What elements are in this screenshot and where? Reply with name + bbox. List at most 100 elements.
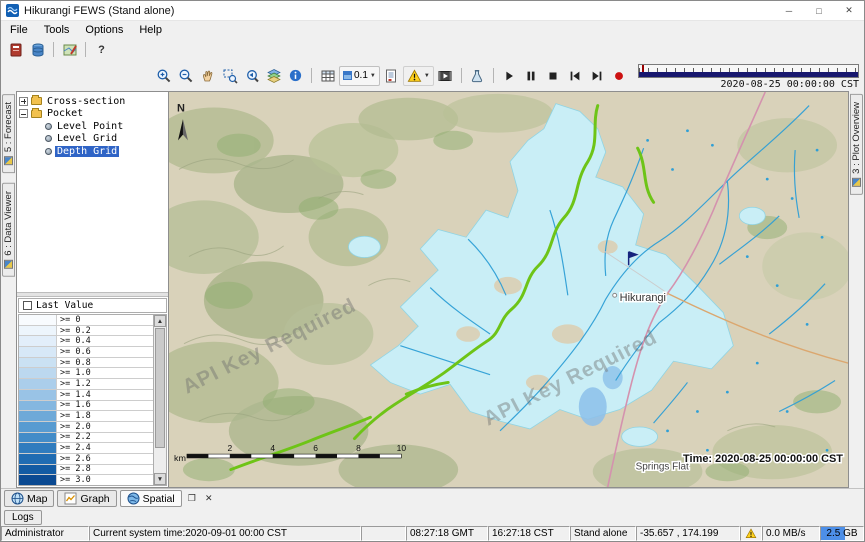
status-mode: Stand alone <box>570 526 636 541</box>
step-back-button[interactable] <box>565 66 586 86</box>
play-button[interactable] <box>499 66 520 86</box>
globe-icon <box>127 492 140 505</box>
toolbar-separator <box>53 42 54 57</box>
legend-swatch <box>19 433 57 443</box>
scroll-track[interactable] <box>154 327 166 473</box>
legend-row[interactable]: >= 2.0 <box>19 422 153 433</box>
legend-label: >= 0.2 <box>57 326 91 336</box>
minimize-button[interactable]: ─ <box>774 1 804 20</box>
expand-icon[interactable] <box>19 97 28 106</box>
tab-map[interactable]: Map <box>4 490 54 507</box>
report-button[interactable] <box>381 66 402 86</box>
tab-spatial-label: Spatial <box>143 493 175 505</box>
map-area[interactable]: Hikurangi Springs Flat API Key Required … <box>169 91 849 488</box>
maximize-button[interactable]: □ <box>804 1 834 20</box>
tab-forecast[interactable]: 5 : Forecast <box>2 94 15 173</box>
town-point <box>613 293 617 297</box>
close-button[interactable]: ✕ <box>834 1 864 20</box>
stop-button[interactable] <box>543 66 564 86</box>
scroll-down-icon[interactable]: ▼ <box>154 473 166 485</box>
logs-button[interactable]: Logs <box>4 510 42 525</box>
animation-button[interactable] <box>435 66 456 86</box>
legend-row[interactable]: >= 0 <box>19 315 153 326</box>
tab-data-viewer[interactable]: 6 : Data Viewer <box>2 183 15 277</box>
collapse-icon[interactable] <box>19 109 28 118</box>
legend-swatch <box>19 475 57 485</box>
tree-node-pocket[interactable]: Pocket <box>19 108 166 121</box>
menu-help[interactable]: Help <box>131 24 170 36</box>
menu-tools[interactable]: Tools <box>36 24 78 36</box>
zoom-box-button[interactable] <box>219 66 240 86</box>
tree-node-label[interactable]: Level Point <box>55 121 125 132</box>
zoom-previous-button[interactable] <box>241 66 262 86</box>
tab-plot-overview-label: 3 : Plot Overview <box>851 102 862 174</box>
legend-row[interactable]: >= 0.4 <box>19 336 153 347</box>
grid-display-button[interactable] <box>317 66 338 86</box>
zoom-out-button[interactable] <box>175 66 196 86</box>
tree-node-label[interactable]: Level Grid <box>55 133 119 144</box>
tab-plot-overview[interactable]: 3 : Plot Overview <box>850 94 863 195</box>
grid-opacity-dropdown[interactable]: 0.1 ▼ <box>339 66 380 86</box>
tree-node-level-point[interactable]: Level Point <box>19 120 166 133</box>
record-button[interactable] <box>609 66 630 86</box>
legend-row[interactable]: >= 2.2 <box>19 433 153 444</box>
pause-button[interactable] <box>521 66 542 86</box>
legend-row[interactable]: >= 2.4 <box>19 443 153 454</box>
zoom-in-button[interactable] <box>153 66 174 86</box>
warnings-dropdown[interactable]: ▼ <box>403 66 434 86</box>
legend-label: >= 1.4 <box>57 390 91 400</box>
legend-swatch <box>19 401 57 411</box>
tree-node-label[interactable]: Pocket <box>45 108 85 119</box>
tab-spatial[interactable]: Spatial <box>120 490 182 507</box>
legend-row[interactable]: >= 1.6 <box>19 401 153 412</box>
grid-opacity-icon <box>343 71 352 80</box>
map-editor-button[interactable] <box>59 40 80 60</box>
status-spacer <box>361 526 406 541</box>
window-title: Hikurangi FEWS (Stand alone) <box>24 5 174 17</box>
legend-swatch <box>19 379 57 389</box>
legend-label: >= 2.4 <box>57 443 91 453</box>
scroll-thumb[interactable] <box>155 328 165 448</box>
layers-button[interactable] <box>263 66 284 86</box>
pan-button[interactable] <box>197 66 218 86</box>
step-forward-button[interactable] <box>587 66 608 86</box>
chart-icon <box>64 492 77 505</box>
legend-label: >= 0.4 <box>57 336 91 346</box>
legend-row[interactable]: >= 1.2 <box>19 379 153 390</box>
forecast-dialog-button[interactable] <box>5 40 26 60</box>
database-viewer-button[interactable] <box>27 40 48 60</box>
tree-node-depth-grid[interactable]: Depth Grid <box>19 145 166 158</box>
tree-node-label[interactable]: Cross-section <box>45 96 127 107</box>
timeline-slider[interactable] <box>638 64 859 78</box>
scroll-up-icon[interactable]: ▲ <box>154 315 166 327</box>
map-canvas[interactable]: Hikurangi Springs Flat API Key Required … <box>169 92 848 487</box>
tree-node-label-selected[interactable]: Depth Grid <box>55 146 119 157</box>
menu-file[interactable]: File <box>2 24 36 36</box>
legend-header: Last Value <box>18 298 167 313</box>
legend-label: >= 2.0 <box>57 422 91 432</box>
export-button[interactable] <box>467 66 488 86</box>
legend-row[interactable]: >= 2.8 <box>19 465 153 476</box>
timeline-datetime: 2020-08-25 00:00:00 CST <box>721 79 859 90</box>
last-value-checkbox[interactable] <box>23 301 32 310</box>
legend-row[interactable]: >= 2.6 <box>19 454 153 465</box>
legend-row[interactable]: >= 0.8 <box>19 358 153 369</box>
legend-row[interactable]: >= 0.6 <box>19 347 153 358</box>
logs-row: Logs <box>1 508 864 526</box>
panel-close-button[interactable]: ✕ <box>202 492 216 506</box>
legend-row[interactable]: >= 1.8 <box>19 411 153 422</box>
tree-node-cross-section[interactable]: Cross-section <box>19 95 166 108</box>
legend-scrollbar[interactable]: ▲ ▼ <box>153 315 166 485</box>
tree-node-level-grid[interactable]: Level Grid <box>19 133 166 146</box>
info-button[interactable] <box>285 66 306 86</box>
legend-row[interactable]: >= 1.0 <box>19 368 153 379</box>
panel-maximize-button[interactable]: ❐ <box>185 492 199 506</box>
legend-row[interactable]: >= 1.4 <box>19 390 153 401</box>
menu-options[interactable]: Options <box>77 24 131 36</box>
legend-row[interactable]: >= 0.2 <box>19 326 153 337</box>
help-button[interactable]: ? <box>91 40 112 60</box>
status-warning[interactable] <box>740 526 762 541</box>
tab-graph[interactable]: Graph <box>57 490 116 507</box>
legend-swatch <box>19 315 57 325</box>
legend-row[interactable]: >= 3.0 <box>19 475 153 485</box>
